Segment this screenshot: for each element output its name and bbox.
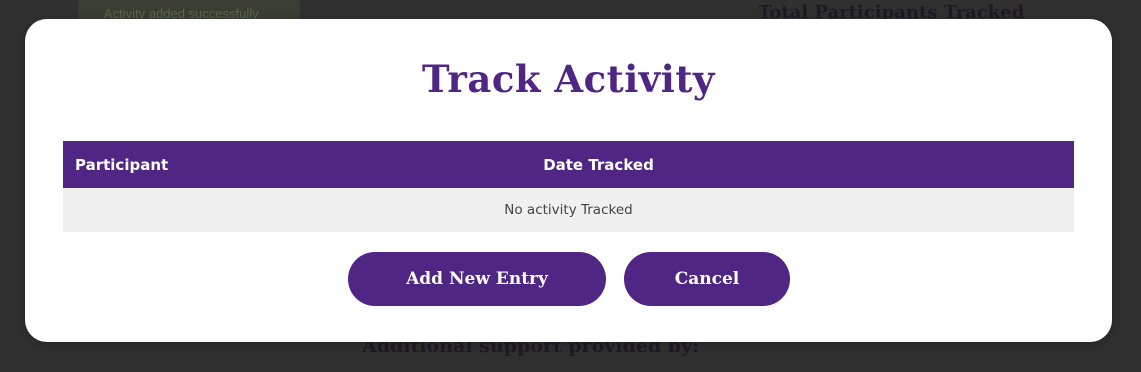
column-header-date-tracked: Date Tracked: [543, 155, 654, 174]
add-new-entry-button[interactable]: Add New Entry: [348, 252, 606, 306]
table-header: Participant Date Tracked: [63, 141, 1074, 188]
cancel-button[interactable]: Cancel: [624, 252, 790, 306]
activity-table: Participant Date Tracked No activity Tra…: [63, 141, 1074, 232]
modal-title: Track Activity: [422, 57, 715, 101]
column-header-participant: Participant: [75, 155, 169, 174]
track-activity-modal: Track Activity Participant Date Tracked …: [25, 19, 1112, 342]
empty-state-row: No activity Tracked: [63, 188, 1074, 232]
modal-actions: Add New Entry Cancel: [25, 252, 1112, 306]
empty-state-message: No activity Tracked: [504, 202, 633, 218]
